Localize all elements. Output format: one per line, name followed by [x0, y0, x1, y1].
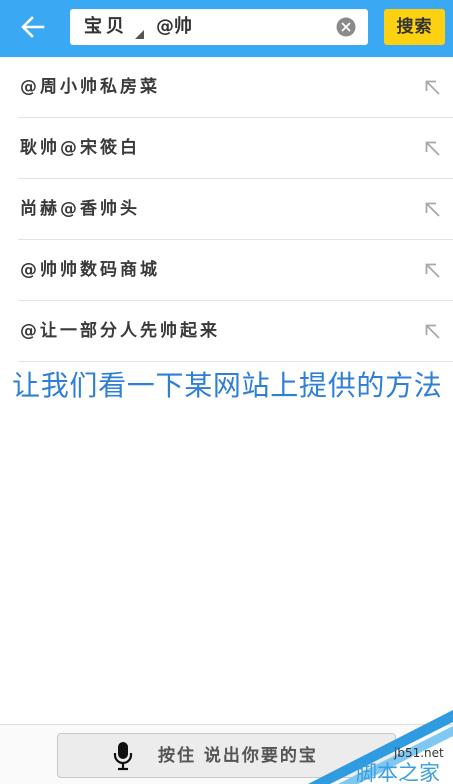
watermark-site: jb51.net — [393, 746, 444, 760]
clear-icon[interactable] — [336, 17, 356, 37]
suggestion-text: @帅帅数码商城 — [20, 260, 160, 280]
suggestion-text: @周小帅私房菜 — [20, 77, 160, 97]
suggestion-text: 尚赫@香帅头 — [20, 199, 140, 219]
search-button[interactable]: 搜索 — [384, 9, 445, 45]
watermark-name: 脚本之家 — [356, 761, 440, 784]
category-label: 宝贝 — [84, 16, 128, 37]
category-selector[interactable]: 宝贝 — [84, 9, 150, 45]
microphone-icon — [113, 742, 133, 771]
list-item[interactable]: @帅帅数码商城 — [18, 240, 453, 301]
fill-query-arrow-icon[interactable] — [424, 79, 441, 96]
fill-query-arrow-icon[interactable] — [424, 140, 441, 157]
search-input[interactable] — [156, 14, 326, 40]
fill-query-arrow-icon[interactable] — [424, 262, 441, 279]
arrow-left-icon — [21, 16, 45, 38]
search-box[interactable]: 宝贝 — [70, 9, 368, 45]
suggestion-text: 耿帅@宋筱白 — [20, 138, 140, 158]
back-button[interactable] — [19, 13, 47, 41]
suggestion-text: @让一部分人先帅起来 — [20, 321, 220, 341]
voice-search-label: 按住 说出你要的宝 — [158, 746, 318, 766]
fill-query-arrow-icon[interactable] — [424, 201, 441, 218]
suggestion-list: @周小帅私房菜 耿帅@宋筱白 尚赫@香帅头 @帅帅数码商城 @让一部分人先帅起来 — [0, 57, 453, 362]
overlay-caption: 让我们看一下某网站上提供的方法 — [12, 369, 443, 402]
list-item[interactable]: @周小帅私房菜 — [18, 57, 453, 118]
list-item[interactable]: 尚赫@香帅头 — [18, 179, 453, 240]
fill-query-arrow-icon[interactable] — [424, 323, 441, 340]
list-item[interactable]: @让一部分人先帅起来 — [18, 301, 453, 362]
top-bar: 宝贝 搜索 — [0, 0, 453, 57]
list-item[interactable]: 耿帅@宋筱白 — [18, 118, 453, 179]
dropdown-triangle-icon — [135, 30, 144, 39]
watermark-logo: jb51.net 脚本之家 — [308, 710, 453, 784]
